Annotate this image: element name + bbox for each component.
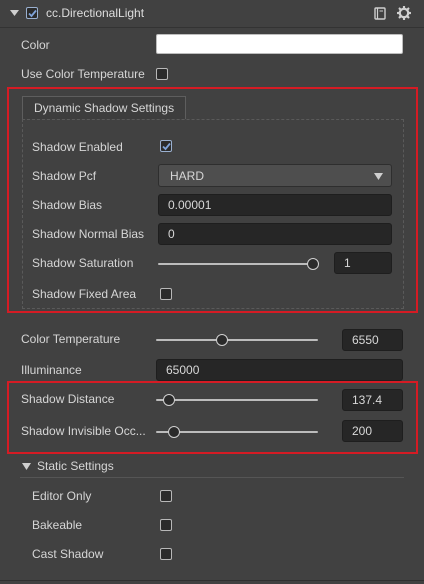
slider-track — [156, 399, 318, 401]
shadow-fixed-area-label: Shadow Fixed Area — [32, 287, 137, 301]
tab-label: Dynamic Shadow Settings — [34, 101, 175, 115]
editor-only-label: Editor Only — [32, 489, 92, 503]
slider-thumb[interactable] — [307, 258, 319, 270]
shadow-invisible-occlusion-label: Shadow Invisible Occ... — [21, 424, 146, 438]
color-swatch[interactable] — [156, 34, 403, 54]
slider-thumb[interactable] — [216, 334, 228, 346]
shadow-normal-bias-label: Shadow Normal Bias — [32, 227, 145, 241]
shadow-saturation-label: Shadow Saturation — [32, 256, 134, 270]
collapse-arrow-icon[interactable] — [10, 9, 19, 17]
use-color-temperature-checkbox[interactable] — [156, 68, 168, 80]
color-temperature-input[interactable]: 6550 — [342, 329, 403, 351]
settings-gear-icon[interactable] — [397, 6, 411, 20]
bakeable-checkbox[interactable] — [160, 519, 172, 531]
shadow-pcf-value: HARD — [170, 169, 205, 183]
illuminance-label: Illuminance — [21, 363, 82, 377]
shadow-pcf-dropdown[interactable]: HARD — [158, 164, 392, 187]
chevron-down-icon — [374, 173, 383, 180]
tab-dynamic-shadow-settings[interactable]: Dynamic Shadow Settings — [22, 96, 186, 119]
bottom-divider — [0, 580, 424, 581]
shadow-saturation-input[interactable]: 1 — [334, 252, 392, 274]
component-enabled-checkbox[interactable] — [26, 7, 38, 19]
shadow-enabled-label: Shadow Enabled — [32, 140, 123, 154]
shadow-distance-input[interactable]: 137.4 — [342, 389, 403, 411]
component-title: cc.DirectionalLight — [46, 6, 145, 20]
cast-shadow-checkbox[interactable] — [160, 548, 172, 560]
use-color-temperature-label: Use Color Temperature — [21, 67, 145, 81]
static-settings-title: Static Settings — [37, 459, 114, 473]
cast-shadow-label: Cast Shadow — [32, 547, 104, 561]
slider-track — [156, 339, 318, 341]
shadow-enabled-checkbox[interactable] — [160, 140, 172, 152]
shadow-bias-input[interactable]: 0.00001 — [158, 194, 392, 216]
shadow-fixed-area-checkbox[interactable] — [160, 288, 172, 300]
shadow-bias-label: Shadow Bias — [32, 198, 103, 212]
slider-track — [156, 431, 318, 433]
static-settings-divider — [20, 477, 404, 478]
slider-track — [158, 263, 316, 265]
collapse-arrow-icon[interactable] — [22, 463, 31, 470]
bakeable-label: Bakeable — [32, 518, 83, 532]
shadow-invisible-occlusion-input[interactable]: 200 — [342, 420, 403, 442]
color-label: Color — [21, 38, 50, 52]
shadow-distance-label: Shadow Distance — [21, 392, 115, 406]
illuminance-input[interactable]: 65000 — [156, 359, 403, 381]
header-divider — [0, 27, 424, 28]
editor-only-checkbox[interactable] — [160, 490, 172, 502]
shadow-pcf-label: Shadow Pcf — [32, 169, 97, 183]
shadow-normal-bias-input[interactable]: 0 — [158, 223, 392, 245]
help-book-icon[interactable] — [374, 7, 387, 20]
color-temperature-label: Color Temperature — [21, 332, 121, 346]
slider-thumb[interactable] — [163, 394, 175, 406]
slider-thumb[interactable] — [168, 426, 180, 438]
